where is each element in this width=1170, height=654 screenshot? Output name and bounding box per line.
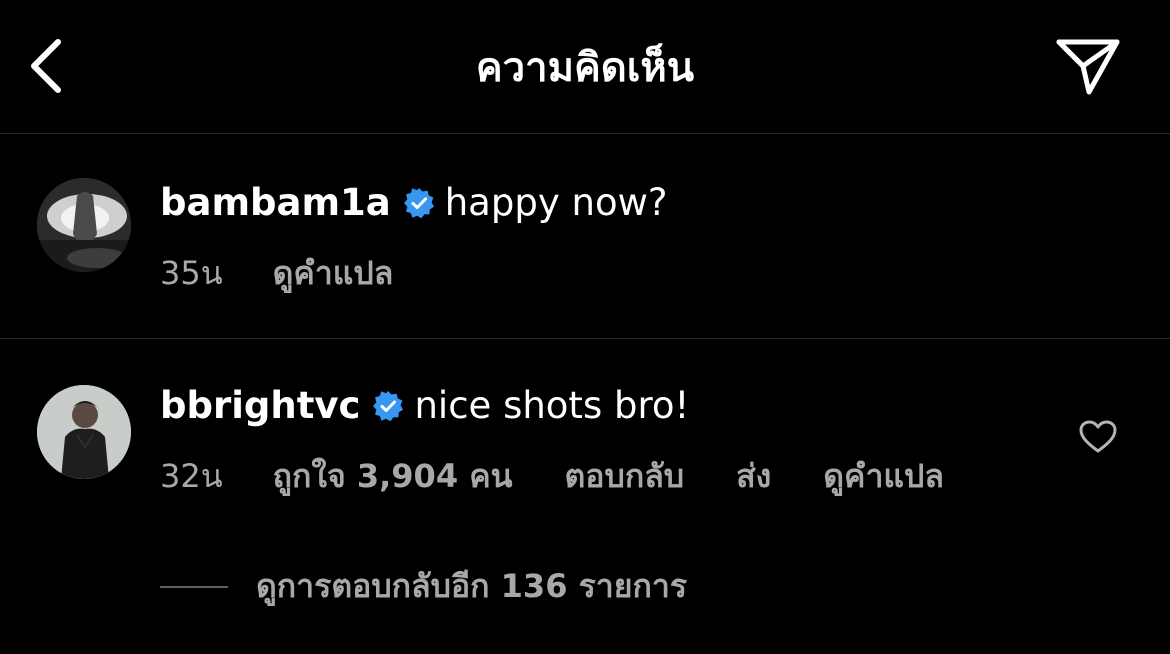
top-bar: ความคิดเห็น: [0, 0, 1170, 134]
see-translation-button[interactable]: ดูคำแปล: [273, 248, 394, 299]
heart-icon: [1079, 420, 1117, 453]
view-replies-button[interactable]: ดูการตอบกลับอีก 136 รายการ: [160, 561, 687, 612]
comment-timestamp: 32น: [160, 457, 223, 495]
verified-badge-icon: [403, 187, 435, 219]
send-button[interactable]: ส่ง: [736, 451, 771, 502]
share-button[interactable]: [1050, 32, 1126, 100]
paper-plane-icon: [1056, 39, 1120, 95]
comment-meta: 32น ถูกใจ 3,904 คน ตอบกลับ ส่ง ดูคำแปล: [160, 451, 944, 502]
page-title: ความคิดเห็น: [475, 45, 695, 91]
see-translation-button[interactable]: ดูคำแปล: [823, 451, 944, 502]
verified-badge-icon: [372, 390, 404, 422]
comment-item: bambam1a happy now? 35น ดูคำแปล: [0, 134, 1170, 339]
reply-button[interactable]: ตอบกลับ: [565, 451, 685, 502]
comment-text: nice shots bro!: [414, 384, 690, 427]
like-button[interactable]: [1078, 417, 1118, 457]
comment-text: happy now?: [444, 181, 668, 224]
comment-item: bbrightvc nice shots bro! 32น ถูกใจ 3,90…: [0, 339, 1170, 654]
comment-body: bbrightvc nice shots bro!: [160, 383, 689, 429]
avatar[interactable]: [37, 178, 131, 272]
comment-timestamp: 35น: [160, 254, 223, 292]
comment-username[interactable]: bbrightvc: [160, 383, 360, 429]
avatar-photo: [37, 178, 131, 272]
avatar-photo: [37, 385, 131, 479]
likes-count-button[interactable]: ถูกใจ 3,904 คน: [273, 451, 513, 502]
comment-body: bambam1a happy now?: [160, 180, 667, 226]
view-replies-label: ดูการตอบกลับอีก 136 รายการ: [256, 567, 688, 605]
comment-username[interactable]: bambam1a: [160, 180, 391, 226]
replies-divider: [160, 585, 228, 588]
comment-meta: 35น ดูคำแปล: [160, 248, 393, 299]
avatar[interactable]: [37, 385, 131, 479]
